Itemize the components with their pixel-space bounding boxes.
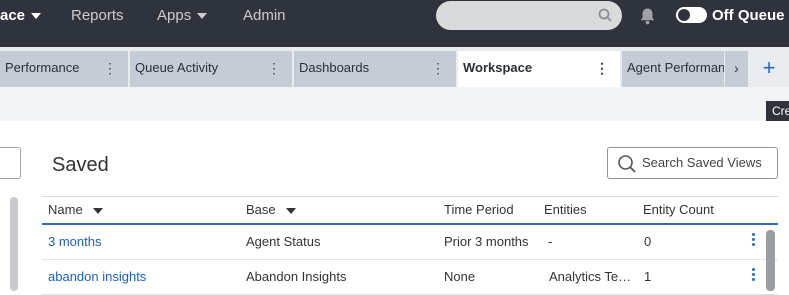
chevron-right-icon: ›	[734, 60, 739, 76]
row-menu-icon[interactable]	[752, 268, 755, 283]
top-navigation-bar: ace Reports Apps Admin Off Queue	[0, 0, 789, 47]
tooltip: Cre	[766, 101, 789, 121]
tab-menu-icon[interactable]: ⋮	[103, 51, 117, 85]
table-scrollbar[interactable]	[766, 230, 775, 291]
row-entities: Analytics Te…	[549, 269, 632, 284]
row-name-link[interactable]: 3 months	[48, 225, 101, 259]
column-header-entities[interactable]: Entities	[544, 197, 587, 223]
tab-queue-activity[interactable]: Queue Activity ⋮	[130, 51, 292, 87]
column-header-time-period[interactable]: Time Period	[444, 197, 514, 223]
notifications-bell-icon[interactable]	[639, 7, 656, 30]
row-entity-count: 0	[644, 234, 652, 249]
nav-reports[interactable]: Reports	[71, 0, 124, 31]
table-row: 3 months Agent Status Prior 3 months - 0	[42, 225, 778, 260]
left-panel-scrollbar[interactable]	[10, 197, 18, 291]
sort-caret-icon	[92, 207, 103, 214]
chevron-down-icon	[31, 13, 42, 20]
search-saved-views-label: Search Saved Views	[642, 155, 762, 170]
tab-scroll-right-button[interactable]: ›	[725, 51, 748, 87]
tab-label: Workspace	[463, 60, 533, 75]
tab-performance[interactable]: Performance ⋮	[0, 51, 128, 87]
tab-menu-icon[interactable]: ⋮	[595, 51, 609, 85]
add-tab-button[interactable]: +	[749, 51, 789, 87]
tab-label: Performance	[5, 60, 80, 75]
sort-caret-icon	[285, 207, 296, 214]
app-switcher[interactable]: ace	[0, 0, 42, 31]
workspace-subbar	[0, 87, 789, 121]
toggle-knob	[678, 9, 690, 21]
row-entity-count: 1	[644, 269, 652, 284]
nav-admin[interactable]: Admin	[243, 0, 286, 31]
table-row: abandon insights Abandon Insights None A…	[42, 260, 778, 295]
page-title: Saved	[52, 154, 109, 176]
tab-label: Agent Performance	[627, 60, 724, 75]
tab-menu-icon[interactable]: ⋮	[431, 51, 445, 85]
search-saved-views-button[interactable]: Search Saved Views	[607, 147, 778, 179]
tab-label: Queue Activity	[135, 60, 219, 75]
saved-views-table: Name Base Time Period Entities Entity Co…	[42, 196, 778, 295]
nav-apps-label: Apps	[157, 7, 192, 24]
column-label: Name	[48, 202, 83, 217]
column-header-entity-count[interactable]: Entity Count	[643, 197, 714, 223]
row-menu-icon[interactable]	[752, 233, 755, 248]
app-brand-label: ace	[0, 7, 26, 24]
chevron-down-icon	[197, 13, 208, 20]
nav-apps[interactable]: Apps	[157, 0, 208, 31]
tab-label: Dashboards	[299, 60, 370, 75]
tab-dashboards[interactable]: Dashboards ⋮	[294, 51, 456, 87]
tab-agent-performance[interactable]: Agent Performance	[622, 51, 724, 87]
queue-status-label: Off Queue	[712, 7, 785, 24]
row-name-link[interactable]: abandon insights	[48, 260, 146, 294]
row-entities: -	[548, 234, 553, 249]
column-header-base[interactable]: Base	[246, 197, 296, 223]
queue-toggle[interactable]	[676, 7, 707, 23]
tab-menu-icon[interactable]: ⋮	[267, 51, 281, 85]
table-header: Name Base Time Period Entities Entity Co…	[42, 196, 778, 225]
search-icon	[617, 154, 637, 185]
column-header-name[interactable]: Name	[48, 197, 103, 223]
column-label: Base	[246, 202, 276, 217]
search-icon	[598, 8, 612, 27]
row-base: Abandon Insights	[246, 269, 347, 284]
global-search-input[interactable]	[436, 1, 622, 30]
row-base: Agent Status	[246, 234, 321, 249]
workspace-tab-bar: Performance ⋮ Queue Activity ⋮ Dashboard…	[0, 47, 789, 87]
left-panel-button[interactable]	[0, 147, 21, 179]
plus-icon: +	[762, 55, 776, 80]
tab-workspace[interactable]: Workspace ⋮	[458, 51, 620, 87]
row-time-period: None	[444, 269, 476, 284]
row-time-period: Prior 3 months	[444, 234, 529, 249]
